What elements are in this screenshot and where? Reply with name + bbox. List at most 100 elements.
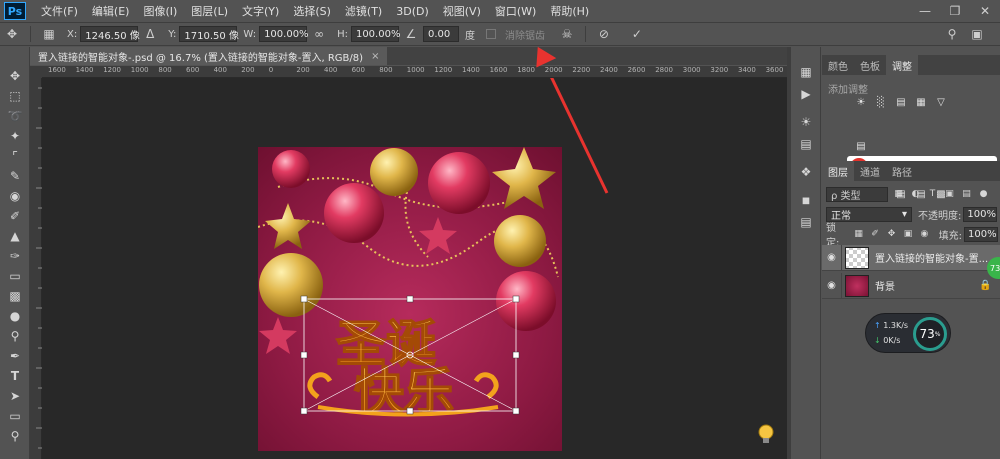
- lightbulb-icon[interactable]: [757, 424, 775, 444]
- 3d-icon[interactable]: ◾: [797, 191, 815, 209]
- filter-smart-icon[interactable]: ▤: [960, 188, 973, 201]
- fill-field[interactable]: 100%: [964, 226, 999, 242]
- tab-swatches[interactable]: 色板: [854, 55, 886, 75]
- vibrance-icon[interactable]: ▽: [932, 95, 950, 109]
- network-speed-widget[interactable]: ↑ 1.3K/s ↓ 0K/s 73%: [865, 313, 951, 353]
- tab-channels[interactable]: 通道: [854, 161, 886, 181]
- move-tool-preset-icon[interactable]: ✥: [3, 25, 21, 43]
- minimize-icon[interactable]: —: [910, 0, 940, 22]
- menu-image[interactable]: 图像(I): [136, 3, 184, 19]
- filter-adjust-icon[interactable]: ◐: [909, 188, 922, 201]
- delta-icon[interactable]: Δ: [141, 25, 159, 43]
- ruler-tick-label: 800: [379, 66, 393, 74]
- eye-icon[interactable]: ◉: [822, 244, 842, 271]
- tab-paths[interactable]: 路径: [886, 161, 918, 181]
- menu-filter[interactable]: 滤镜(T): [338, 3, 389, 19]
- dodge-tool-icon[interactable]: ⚲: [6, 327, 24, 345]
- blur-tool-icon[interactable]: ●: [6, 307, 24, 325]
- eyedropper-icon[interactable]: ✎: [6, 167, 24, 185]
- layers-stack-icon[interactable]: ❖: [797, 163, 815, 181]
- filter-toggle-icon[interactable]: ●: [977, 188, 990, 201]
- history-icon[interactable]: ▦: [797, 63, 815, 81]
- crop-tool-icon[interactable]: ⌜: [6, 147, 24, 165]
- checkbox-icon[interactable]: [485, 29, 496, 39]
- layer-row[interactable]: ◉ 置入链接的智能对象-置...: [822, 244, 1000, 271]
- play-actions-icon[interactable]: ▶: [797, 85, 815, 103]
- chevron-down-icon: ▾: [901, 208, 907, 220]
- sun-adjust-icon[interactable]: ☀: [797, 113, 815, 131]
- tab-adjustments[interactable]: 调整: [886, 55, 918, 75]
- history-brush-icon[interactable]: ✑: [6, 247, 24, 265]
- reference-point-icon[interactable]: ▦: [40, 25, 58, 43]
- lock-pixels-icon[interactable]: ▦: [852, 228, 864, 241]
- x-field[interactable]: 1246.50 像: [80, 26, 140, 42]
- window-controls: — ❐ ✕: [910, 0, 1000, 22]
- y-field[interactable]: 1710.50 像: [179, 26, 239, 42]
- workspace-icon[interactable]: ▣: [968, 25, 986, 43]
- layer-row[interactable]: ◉ 背景 🔒: [822, 272, 1000, 299]
- clone-stamp-icon[interactable]: ▲: [6, 227, 24, 245]
- menu-file[interactable]: 文件(F): [34, 3, 85, 19]
- search-icon[interactable]: ⚲: [943, 25, 961, 43]
- close-icon[interactable]: ✕: [970, 0, 1000, 22]
- w-field[interactable]: 100.00%: [259, 26, 309, 42]
- close-tab-icon[interactable]: ×: [371, 51, 379, 62]
- adjust-panel-tabs: 颜色 色板 调整: [822, 55, 1000, 75]
- layer-kind-select[interactable]: ρ 类型: [826, 186, 888, 202]
- document-tab[interactable]: 置入链接的智能对象-.psd @ 16.7% (置入链接的智能对象-置入, RG…: [30, 47, 388, 65]
- menu-type[interactable]: 文字(Y): [235, 3, 286, 19]
- h-field[interactable]: 100.00%: [350, 26, 400, 42]
- warp-icon[interactable]: ☠: [558, 25, 576, 43]
- tab-color[interactable]: 颜色: [822, 55, 854, 75]
- document-tabs: 置入链接的智能对象-.psd @ 16.7% (置入链接的智能对象-置入, RG…: [30, 47, 787, 65]
- levels-adjust-icon[interactable]: ░: [872, 95, 890, 109]
- levels-icon[interactable]: ▤: [797, 135, 815, 153]
- restore-icon[interactable]: ❐: [940, 0, 970, 22]
- lock-artboard-icon[interactable]: ▣: [902, 228, 914, 241]
- commit-transform-icon[interactable]: ✓: [628, 25, 646, 43]
- shape-tool-icon[interactable]: ▭: [6, 407, 24, 425]
- lock-paint-icon[interactable]: ✐: [869, 228, 881, 241]
- menu-help[interactable]: 帮助(H): [543, 3, 596, 19]
- filter-pixel-icon[interactable]: ▦: [892, 188, 905, 201]
- quick-select-icon[interactable]: ✦: [6, 127, 24, 145]
- filter-shape-icon[interactable]: ▣: [943, 188, 956, 201]
- menu-window[interactable]: 窗口(W): [488, 3, 543, 19]
- exposure-icon[interactable]: ▦: [912, 95, 930, 109]
- menu-view[interactable]: 视图(V): [436, 3, 488, 19]
- ruler-tick-label: 200: [241, 66, 255, 74]
- hue-icon[interactable]: ▤: [852, 139, 870, 153]
- menu-select[interactable]: 选择(S): [286, 3, 338, 19]
- menu-edit[interactable]: 编辑(E): [85, 3, 137, 19]
- lock-all-icon[interactable]: ◉: [918, 228, 930, 241]
- upload-unit: K/s: [895, 321, 909, 330]
- type-tool-icon[interactable]: T: [6, 367, 24, 385]
- gradient-tool-icon[interactable]: ▩: [6, 287, 24, 305]
- marquee-tool-icon[interactable]: ⬚: [6, 87, 24, 105]
- lasso-tool-icon[interactable]: ➰: [6, 107, 24, 125]
- layer-filter-row: ρ 类型 ▦ ◐ T ▣ ▤ ●: [826, 185, 996, 203]
- eye-icon[interactable]: ◉: [822, 272, 842, 299]
- lock-move-icon[interactable]: ✥: [885, 228, 897, 241]
- brightness-icon[interactable]: ☀: [852, 95, 870, 109]
- menu-3d[interactable]: 3D(D): [389, 5, 436, 18]
- brush-tool-icon[interactable]: ✐: [6, 207, 24, 225]
- path-select-icon[interactable]: ➤: [6, 387, 24, 405]
- move-tool-icon[interactable]: ✥: [6, 67, 24, 85]
- angle-field[interactable]: 0.00: [422, 26, 459, 42]
- healing-brush-icon[interactable]: ◉: [6, 187, 24, 205]
- zoom-tool-icon[interactable]: ⚲: [6, 427, 24, 445]
- tab-layers[interactable]: 图层: [822, 161, 854, 181]
- curves-icon[interactable]: ▤: [892, 95, 910, 109]
- horizontal-ruler: 1600 1400 1200 1000 800 600 400 200 0 200 400 600 80…: [42, 66, 787, 78]
- paragraph-icon[interactable]: ▤: [797, 213, 815, 231]
- canvas-area[interactable]: 圣诞 快乐: [42, 78, 787, 459]
- menu-layer[interactable]: 图层(L): [184, 3, 235, 19]
- lock-icon: 🔒: [979, 280, 992, 291]
- cancel-transform-icon[interactable]: ⊘: [595, 25, 613, 43]
- link-icon[interactable]: ∞: [310, 25, 328, 43]
- pen-tool-icon[interactable]: ✒: [6, 347, 24, 365]
- filter-type-icon[interactable]: T: [926, 188, 939, 201]
- opacity-field[interactable]: 100%: [963, 206, 998, 222]
- eraser-tool-icon[interactable]: ▭: [6, 267, 24, 285]
